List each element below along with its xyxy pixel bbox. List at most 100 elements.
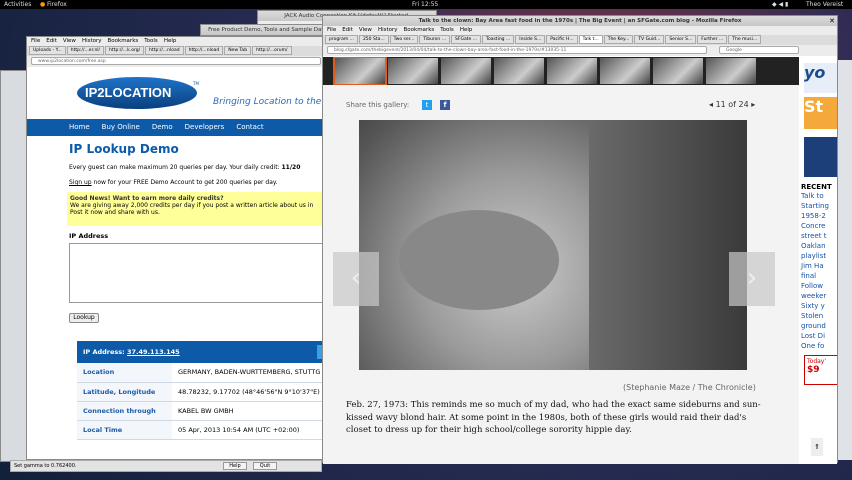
right-navbar: blog.sfgate.com/thebigevent/2013/04/04/t…	[323, 45, 837, 56]
sfgate-browser-window[interactable]: Talk to the clown: Bay Area fast food in…	[322, 15, 838, 464]
right-tab[interactable]: Tiburon ...	[419, 35, 451, 44]
gallery-thumbnail[interactable]	[441, 58, 491, 84]
menu-tools[interactable]: Tools	[144, 38, 158, 44]
recent-link[interactable]: 1958-2	[801, 211, 837, 221]
left-tab[interactable]: http://...er.nl/	[66, 46, 105, 55]
recent-link[interactable]: Jim Ha	[801, 261, 837, 271]
right-tab[interactable]: Talk t...	[578, 35, 603, 44]
facebook-icon[interactable]: f	[440, 100, 450, 110]
right-tab[interactable]: TV Guid...	[634, 35, 665, 44]
menu-view[interactable]: View	[63, 38, 76, 44]
ad-yo[interactable]: yo	[804, 63, 837, 93]
left-tab[interactable]: New Tab	[224, 46, 252, 55]
left-tab[interactable]: http://...k.org/	[105, 46, 145, 55]
right-tab[interactable]: The Key...	[603, 35, 634, 44]
ip-address-textarea[interactable]	[69, 243, 325, 303]
right-tab[interactable]: Pacific H...	[546, 35, 578, 44]
gallery-thumbnail[interactable]	[706, 58, 756, 84]
left-url-bar[interactable]: www.ip2location.com/free.asp	[31, 57, 321, 65]
app-menu[interactable]: Firefox	[47, 0, 67, 9]
right-tab[interactable]: Inside S...	[515, 35, 546, 44]
right-sidebar: yo St RECENT Talk to Starting 1958-2 Concre…	[799, 57, 837, 464]
right-tab[interactable]: Toasting ...	[481, 35, 515, 44]
ad-shield[interactable]	[804, 137, 837, 177]
menu-help[interactable]: Help	[164, 38, 177, 44]
system-icons[interactable]: ◆ ◀ ▮	[772, 0, 788, 9]
menu-edit[interactable]: Edit	[342, 27, 353, 33]
left-tab[interactable]: http://...orum/	[252, 46, 292, 55]
recent-link[interactable]: Talk to	[801, 191, 837, 201]
menu-bookmarks[interactable]: Bookmarks	[108, 38, 139, 44]
menu-bookmarks[interactable]: Bookmarks	[404, 27, 435, 33]
right-tab[interactable]: The musi...	[728, 35, 762, 44]
menu-view[interactable]: View	[359, 27, 372, 33]
recent-link[interactable]: street t	[801, 231, 837, 241]
menu-edit[interactable]: Edit	[46, 38, 57, 44]
nav-contact[interactable]: Contact	[236, 123, 263, 131]
recent-link[interactable]: playlist	[801, 251, 837, 261]
left-tab[interactable]: Uploads - Y...	[29, 46, 66, 55]
close-icon[interactable]: ✕	[829, 16, 835, 26]
result-row: Local Time 05 Apr, 2013 10:54 AM (UTC +02…	[77, 420, 325, 440]
menu-help[interactable]: Help	[460, 27, 473, 33]
nav-developers[interactable]: Developers	[185, 123, 225, 131]
activities-button[interactable]: Activities	[4, 0, 31, 9]
prev-icon[interactable]: ◂	[709, 100, 713, 109]
menu-history[interactable]: History	[378, 27, 398, 33]
user-menu[interactable]: Theo Vereist	[806, 0, 843, 9]
recent-link[interactable]: Lost Di	[801, 331, 837, 341]
search-input[interactable]: Google	[719, 46, 799, 54]
recent-link[interactable]: weeker	[801, 291, 837, 301]
right-tab[interactable]: Two ser...	[389, 35, 419, 44]
gallery-thumbnail[interactable]	[388, 58, 438, 84]
ip2-logo[interactable]: IP2LOCATION	[85, 85, 171, 100]
left-tab[interactable]: http://...nload	[184, 46, 224, 55]
signup-link[interactable]: Sign up	[69, 179, 92, 186]
result-ip[interactable]: 37.49.113.145	[127, 348, 180, 356]
help-button[interactable]: Help	[223, 462, 247, 470]
next-icon[interactable]: ▸	[751, 100, 755, 109]
ip2-logo-tm: TM	[193, 81, 199, 86]
gallery-photo[interactable]	[359, 120, 747, 370]
nav-buy-online[interactable]: Buy Online	[102, 123, 140, 131]
right-tab[interactable]: 250 Sta...	[358, 35, 389, 44]
edge-window[interactable]	[838, 60, 852, 460]
menu-history[interactable]: History	[82, 38, 102, 44]
recent-link[interactable]: Oaklan	[801, 241, 837, 251]
ad-orange[interactable]: St	[804, 97, 837, 129]
right-tab[interactable]: SFGate ...	[451, 35, 481, 44]
ad-today[interactable]: Today' $9	[804, 355, 837, 385]
recent-link[interactable]: One fo	[801, 341, 837, 351]
nav-home[interactable]: Home	[69, 123, 90, 131]
recent-link[interactable]: Starting	[801, 201, 837, 211]
scroll-top-icon[interactable]: ⇑	[811, 438, 823, 456]
right-tab[interactable]: Senior S...	[665, 35, 697, 44]
recent-link[interactable]: final	[801, 271, 837, 281]
nav-demo[interactable]: Demo	[152, 123, 173, 131]
recent-link[interactable]: Stolen	[801, 311, 837, 321]
recent-link[interactable]: Concre	[801, 221, 837, 231]
gallery-thumbnail[interactable]	[600, 58, 650, 84]
menu-tools[interactable]: Tools	[440, 27, 454, 33]
right-url-bar[interactable]: blog.sfgate.com/thebigevent/2013/04/04/t…	[327, 46, 707, 54]
ip2location-browser-window[interactable]: File Edit View History Bookmarks Tools Help Up…	[26, 36, 326, 460]
menu-file[interactable]: File	[327, 27, 336, 33]
gallery-thumbnail[interactable]	[333, 57, 387, 85]
ip2-free-window[interactable]: Free Product Demo, Tools and Sample Data	[200, 24, 335, 36]
menu-file[interactable]: File	[31, 38, 40, 44]
gallery-thumbnail[interactable]	[653, 58, 703, 84]
gallery-next-icon[interactable]: ›	[729, 252, 775, 306]
right-tab[interactable]: Further ...	[697, 35, 728, 44]
recent-link[interactable]: ground	[801, 321, 837, 331]
gallery-thumbnail[interactable]	[547, 58, 597, 84]
gallery-thumbnail[interactable]	[494, 58, 544, 84]
twitter-icon[interactable]: t	[422, 100, 432, 110]
lookup-button[interactable]: Lookup	[69, 313, 99, 323]
left-tab[interactable]: http://...nload	[145, 46, 184, 55]
gallery-prev-icon[interactable]: ‹	[333, 252, 379, 306]
right-tab[interactable]: program ...	[325, 35, 358, 44]
clock[interactable]: Fri 12:55	[412, 0, 438, 9]
quit-button[interactable]: Quit	[253, 462, 277, 470]
recent-link[interactable]: Sixty y	[801, 301, 837, 311]
recent-link[interactable]: Follow	[801, 281, 837, 291]
